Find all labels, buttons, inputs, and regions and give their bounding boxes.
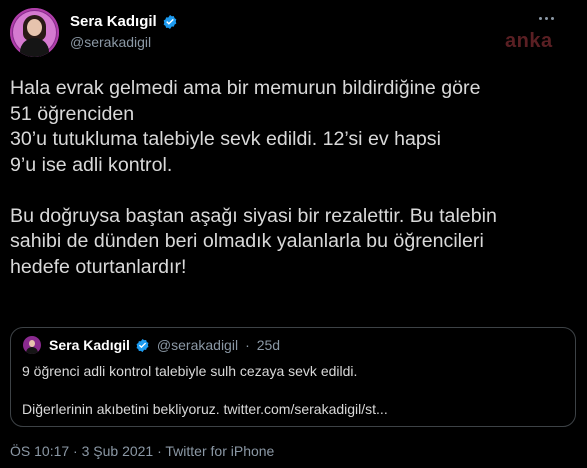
quoted-tweet-header: Sera Kadıgil @serakadigil · 25d xyxy=(49,337,280,353)
author-name[interactable]: Sera Kadıgil xyxy=(70,13,178,30)
quoted-tweet-separator: · xyxy=(245,337,250,353)
verified-badge-icon xyxy=(163,14,177,29)
quoted-author-name[interactable]: Sera Kadıgil xyxy=(49,337,130,353)
quoted-tweet[interactable]: Sera Kadıgil @serakadigil · 25d 9 öğrenc… xyxy=(10,327,576,427)
quoted-tweet-text: 9 öğrenci adli kontrol talebiyle sulh ce… xyxy=(22,363,388,417)
author-avatar[interactable] xyxy=(10,8,59,57)
quoted-author-avatar[interactable] xyxy=(23,336,41,354)
watermark: anka xyxy=(505,30,553,52)
author-handle[interactable]: @serakadigil xyxy=(70,34,151,50)
tweet-footer[interactable]: ÖS 10:17 · 3 Şub 2021 · Twitter for iPho… xyxy=(10,443,274,459)
verified-badge-icon xyxy=(136,338,149,352)
author-name-text[interactable]: Sera Kadıgil xyxy=(70,13,157,30)
quoted-author-handle[interactable]: @serakadigil xyxy=(157,337,238,353)
more-options-icon[interactable] xyxy=(539,14,555,22)
tweet-text: Hala evrak gelmedi ama bir memurun bildi… xyxy=(10,77,497,278)
quoted-tweet-age[interactable]: 25d xyxy=(257,337,280,353)
